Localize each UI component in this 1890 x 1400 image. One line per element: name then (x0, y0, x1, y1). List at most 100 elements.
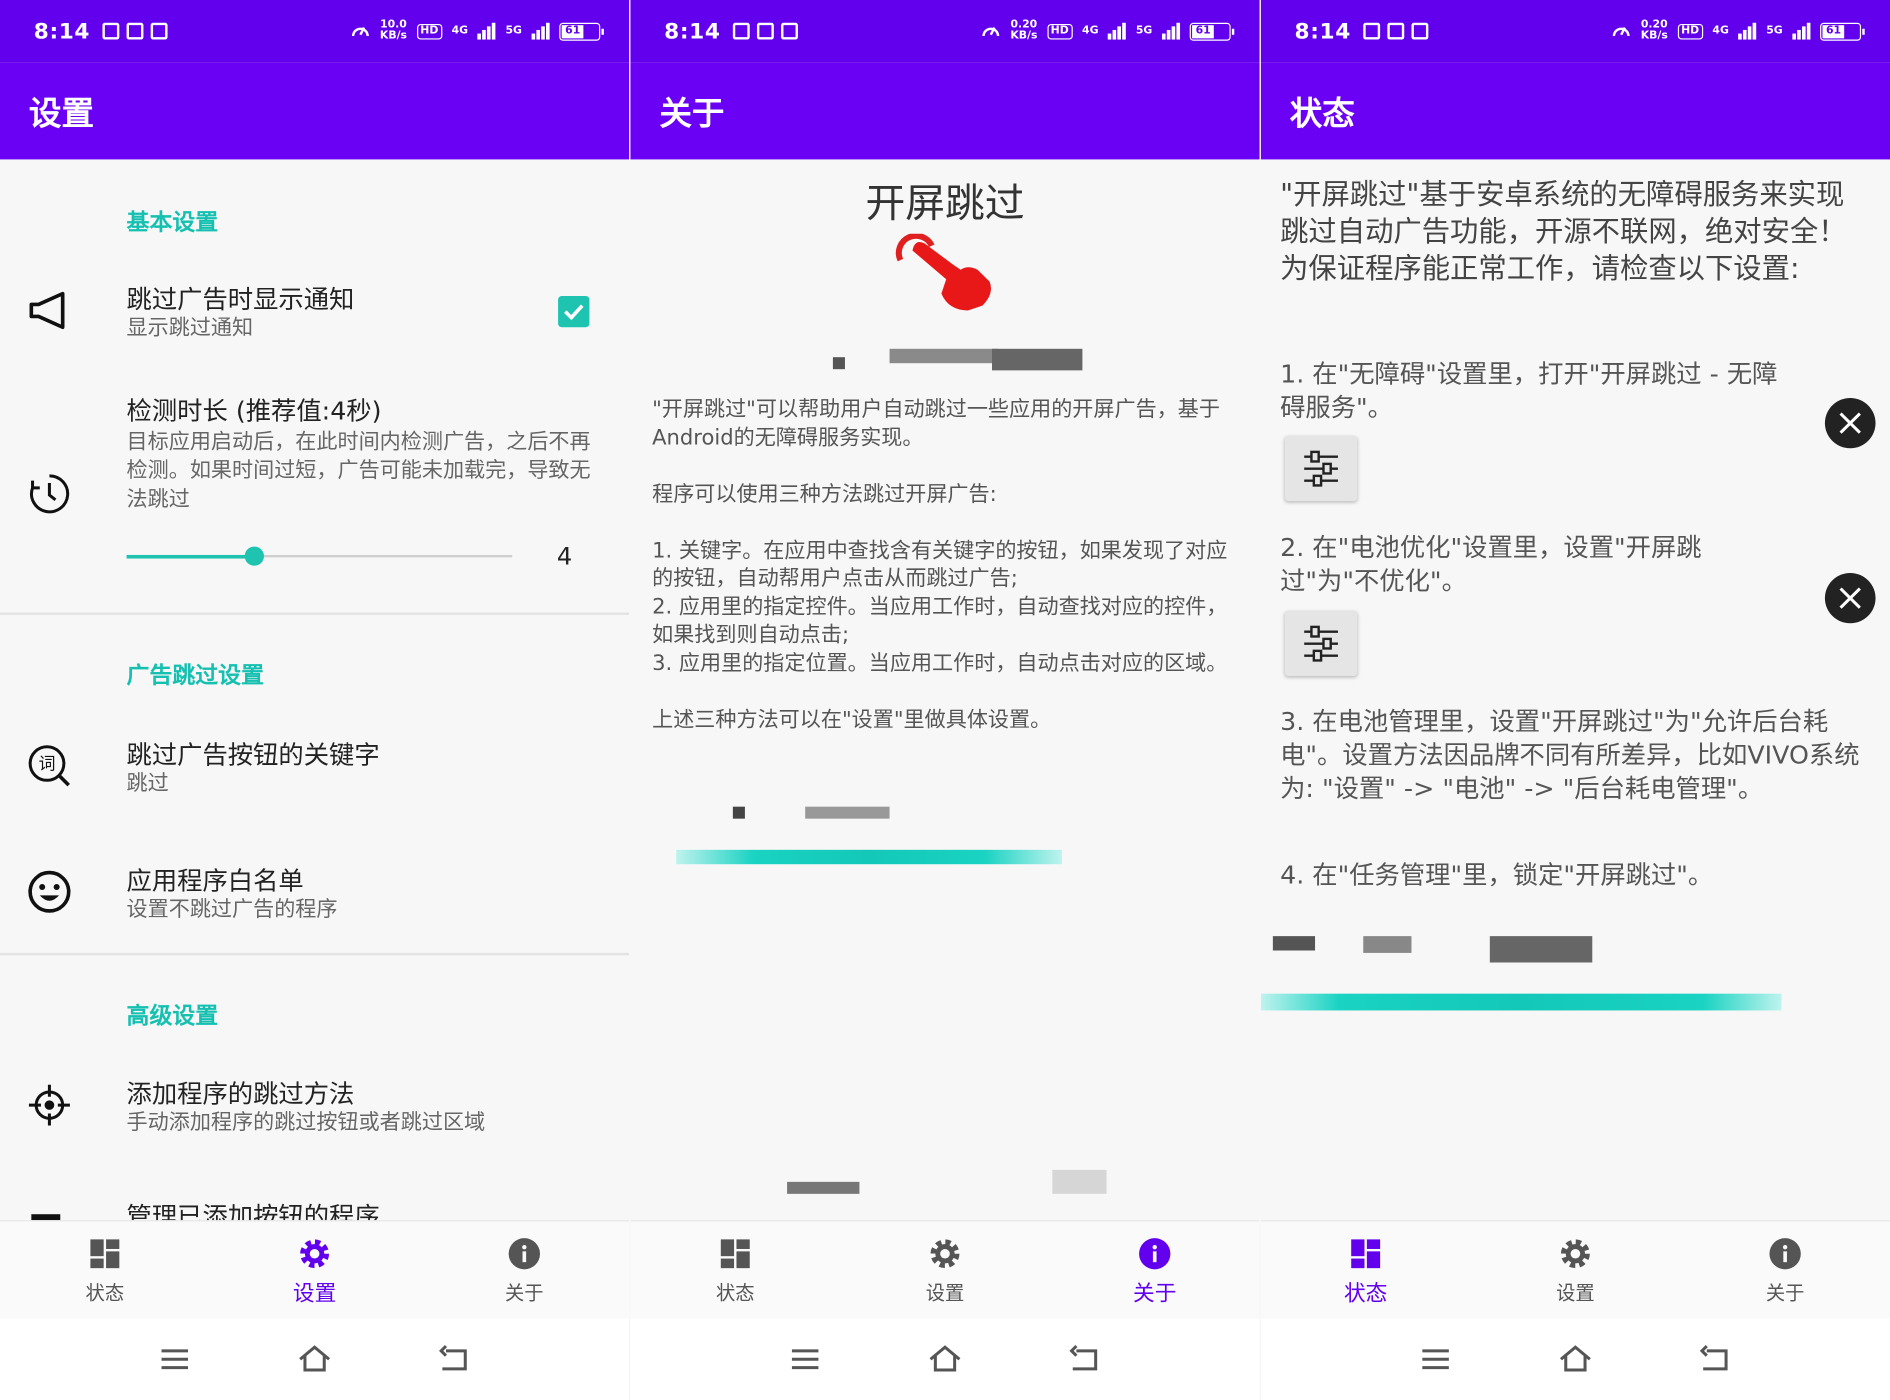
net-5g: 5G (1135, 24, 1153, 37)
gear-icon (300, 1239, 330, 1269)
add-method-setting[interactable]: 添加程序的跳过方法 手动添加程序的跳过按钮或者跳过区域 (0, 1070, 629, 1154)
battery-settings-button[interactable] (1284, 611, 1358, 677)
accessibility-settings-button[interactable] (1284, 436, 1358, 502)
back-icon[interactable] (1067, 1341, 1103, 1377)
blurred-region (732, 806, 745, 819)
signal-icon (531, 22, 550, 40)
search-word-icon: 词 (28, 745, 70, 787)
gear-icon (930, 1239, 960, 1269)
nav-settings-label: 设置 (292, 1281, 337, 1307)
nav-status[interactable]: 状态 (630, 1221, 840, 1318)
menu-icon[interactable] (157, 1341, 193, 1377)
whitelist-subtitle: 设置不跳过广告的程序 (126, 897, 338, 922)
notification-icons (732, 22, 798, 40)
step-battery-management: 3. 在电池管理里，设置"开屏跳过"为"允许后台耗电"。设置方法因品牌不同有所差… (1280, 707, 1860, 804)
hd-badge: HD (416, 23, 442, 39)
battery-icon: 61 (1189, 22, 1235, 41)
blurred-region (1363, 936, 1412, 953)
tap-hand-icon (895, 233, 991, 311)
info-icon (1139, 1238, 1171, 1270)
accessibility-close-button[interactable] (1824, 397, 1876, 449)
nav-about-label: 关于 (505, 1281, 544, 1305)
system-nav (0, 1318, 630, 1400)
system-nav (1260, 1318, 1890, 1400)
battery-icon: 61 (559, 22, 604, 41)
step-battery-optimization: 2. 在"电池优化"设置里，设置"开屏跳过"为"不优化"。 (1280, 533, 1702, 596)
tune-icon (1304, 450, 1338, 487)
blurred-region (992, 348, 1083, 371)
speed-gauge-icon (1612, 27, 1630, 37)
detect-slider-thumb[interactable] (244, 546, 264, 566)
blurred-region (832, 357, 845, 370)
home-icon[interactable] (1557, 1341, 1593, 1377)
add-method-subtitle: 手动添加程序的跳过按钮或者跳过区域 (126, 1111, 486, 1136)
system-nav (630, 1318, 1260, 1400)
hd-badge: HD (1677, 23, 1703, 39)
detect-duration-setting[interactable]: 检测时长 (推荐值:4秒) 目标应用启动后，在此时间内检测广告，之后不再检测。如… (0, 387, 629, 591)
battery-close-button[interactable] (1824, 572, 1876, 624)
crosshair-icon (28, 1084, 70, 1126)
nav-settings[interactable]: 设置 (210, 1221, 420, 1318)
signal-icon (1108, 22, 1127, 40)
manage-setting[interactable]: 管理已添加按钮的程序 (0, 1193, 629, 1221)
signal-icon (1161, 22, 1181, 40)
svg-text:词: 词 (39, 754, 56, 774)
settings-list[interactable]: 基本设置 跳过广告时显示通知 显示跳过通知 检测时长 (推荐值:4秒) 目标应用… (0, 159, 630, 1221)
method-3: 3. 应用里的指定位置。当应用工作时，自动点击对应的区域。 (652, 651, 1228, 676)
net-5g: 5G (1766, 24, 1783, 37)
signal-icon (1738, 22, 1757, 40)
net-speed: 0.20 KB/s (1010, 19, 1038, 42)
speed-gauge-icon (352, 27, 370, 37)
nav-about-label: 关于 (1765, 1281, 1805, 1305)
status-content: "开屏跳过"基于安卓系统的无障碍服务来实现跳过自动广告功能，开源不联网，绝对安全… (1260, 159, 1890, 1220)
net-4g: 4G (1712, 24, 1729, 37)
manage-title: 管理已添加按钮的程序 (126, 1202, 380, 1221)
notification-icons (102, 22, 168, 40)
status-right: 10.0 KB/s HD 4G 5G 61 (351, 19, 604, 42)
check-icon (564, 304, 584, 321)
about-screen: 8:14 0.20 KB/s HD 4G 5G 61 关于 开屏跳过 "开屏跳过… (630, 0, 1260, 1400)
page-title: 关于 (630, 62, 1260, 160)
whitelist-setting[interactable]: 应用程序白名单 设置不跳过广告的程序 (0, 855, 629, 939)
notification-icons (1362, 22, 1429, 40)
net-4g: 4G (1082, 24, 1099, 37)
blurred-region (1052, 1169, 1107, 1194)
nav-status[interactable]: 状态 (0, 1221, 210, 1318)
blurred-region (787, 1181, 860, 1194)
home-icon[interactable] (927, 1341, 963, 1377)
nav-settings[interactable]: 设置 (1471, 1221, 1681, 1318)
status-right: 0.20 KB/s HD 4G 5G 61 (981, 19, 1235, 42)
signal-icon (477, 22, 496, 40)
nav-status[interactable]: 状态 (1261, 1221, 1471, 1318)
close-icon (1839, 587, 1861, 609)
blurred-region (805, 806, 890, 819)
dashboard-icon (90, 1239, 120, 1269)
about-paragraph: 程序可以使用三种方法跳过开屏广告: (652, 482, 997, 507)
hd-badge: HD (1047, 23, 1073, 39)
back-icon[interactable] (1697, 1341, 1733, 1377)
keyword-setting[interactable]: 词 跳过广告按钮的关键字 跳过 (0, 729, 629, 813)
notify-setting[interactable]: 跳过广告时显示通知 显示跳过通知 (0, 273, 629, 357)
battery-icon: 61 (1820, 22, 1865, 41)
blurred-region (889, 348, 999, 364)
menu-icon[interactable] (787, 1341, 823, 1377)
home-icon[interactable] (297, 1341, 333, 1377)
bottom-nav: 状态 设置 关于 (1260, 1220, 1890, 1319)
add-method-title: 添加程序的跳过方法 (126, 1079, 355, 1109)
status-intro: "开屏跳过"基于安卓系统的无障碍服务来实现跳过自动广告功能，开源不联网，绝对安全… (1280, 177, 1847, 286)
net-speed: 10.0 KB/s (379, 19, 408, 42)
back-icon[interactable] (436, 1341, 472, 1377)
nav-about[interactable]: 关于 (1050, 1221, 1260, 1318)
nav-settings-label: 设置 (925, 1281, 965, 1305)
nav-about[interactable]: 关于 (1680, 1221, 1890, 1318)
menu-icon[interactable] (1417, 1341, 1453, 1377)
about-paragraph: "开屏跳过"可以帮助用户自动跳过一些应用的开屏广告，基于Android的无障碍服… (652, 397, 1220, 451)
dashboard-icon (720, 1239, 750, 1269)
nav-settings[interactable]: 设置 (840, 1221, 1050, 1318)
net-5g: 5G (505, 24, 522, 37)
nav-about[interactable]: 关于 (419, 1221, 629, 1318)
settings-screen: 8:14 10.0 KB/s HD 4G 5G 61 设置 基本设置 跳过广告时显… (0, 0, 630, 1400)
divider (0, 612, 630, 615)
timer-icon (30, 474, 70, 514)
notify-checkbox[interactable] (558, 296, 590, 328)
